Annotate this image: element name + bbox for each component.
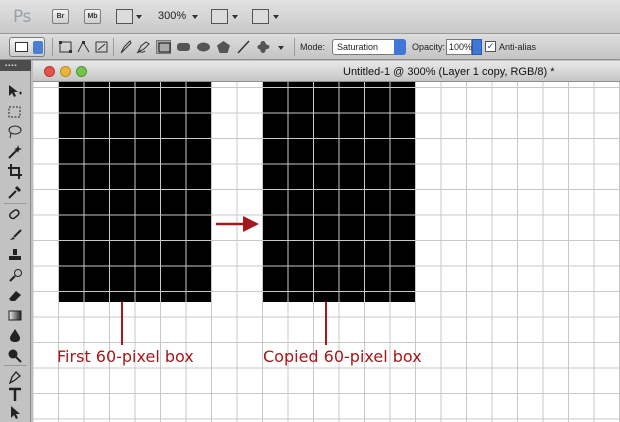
freeform-pen-icon[interactable] (136, 40, 151, 54)
pen-icon[interactable] (118, 40, 133, 54)
pen-tool-icon[interactable] (7, 369, 23, 385)
dodge-tool-icon[interactable] (7, 348, 23, 363)
blend-mode-stepper-icon[interactable] (394, 39, 406, 55)
arrange-dropdown-icon[interactable] (232, 15, 238, 19)
type-tool-icon[interactable] (7, 387, 23, 402)
opacity-input[interactable]: 100% (446, 39, 472, 55)
tool-preset-picker[interactable] (9, 37, 45, 57)
minibridge-button[interactable]: Mb (84, 9, 101, 24)
document-title-bar[interactable]: Untitled-1 @ 300% (Layer 1 copy, RGB/8) … (33, 61, 620, 82)
close-window-icon[interactable] (44, 66, 55, 77)
mode-label: Mode: (300, 42, 326, 52)
ellipse-icon[interactable] (196, 40, 211, 54)
arrange-documents-icon[interactable] (211, 9, 228, 24)
antialias-label: Anti-alias (499, 42, 537, 52)
lasso-tool-icon[interactable] (7, 124, 23, 139)
crop-tool-icon[interactable] (7, 164, 23, 179)
eyedropper-tool-icon[interactable] (7, 184, 23, 199)
path-selection-tool-icon[interactable] (7, 405, 23, 420)
zoom-window-icon[interactable] (76, 66, 87, 77)
tools-panel-grip[interactable]: ▪▪▪▪ (0, 60, 31, 71)
opacity-label: Opacity: (412, 42, 446, 52)
copied-box-pointer-line (325, 302, 327, 345)
tools-panel: ▪▪▪▪ (0, 60, 31, 422)
fill-pixels-icon[interactable] (94, 40, 109, 54)
polygon-icon[interactable] (216, 40, 231, 54)
separator (294, 38, 295, 56)
canvas-area[interactable]: First 60-pixel box Copied 60-pixel box (33, 82, 620, 422)
zoom-level-dropdown[interactable]: 300% (158, 10, 186, 22)
tools-separator (4, 203, 27, 204)
copied-box-caption: Copied 60-pixel box (263, 347, 422, 366)
first-pixel-box (59, 82, 212, 302)
history-brush-tool-icon[interactable] (7, 268, 23, 283)
geometry-options-dropdown-icon[interactable] (278, 46, 284, 50)
shape-layers-icon[interactable] (58, 40, 73, 54)
tool-preset-icon (15, 42, 28, 52)
tool-preset-dropdown-icon[interactable] (33, 41, 43, 54)
first-box-caption: First 60-pixel box (57, 347, 194, 366)
bridge-button[interactable]: Br (52, 9, 69, 24)
view-extras-icon[interactable] (116, 9, 133, 24)
screen-mode-dropdown-icon[interactable] (273, 15, 279, 19)
first-box-pointer-line (121, 302, 123, 345)
minimize-window-icon[interactable] (60, 66, 71, 77)
blend-mode-value: Saturation (337, 42, 379, 52)
zoom-dropdown-icon[interactable] (192, 15, 198, 19)
custom-shape-icon[interactable] (256, 40, 271, 54)
magic-wand-tool-icon[interactable] (7, 144, 23, 159)
line-icon[interactable] (236, 40, 251, 54)
blend-mode-select[interactable]: Saturation (332, 39, 406, 55)
document-window: Untitled-1 @ 300% (Layer 1 copy, RGB/8) … (33, 61, 620, 422)
opacity-slider-button[interactable] (472, 39, 482, 55)
separator (52, 38, 53, 56)
antialias-checkbox[interactable]: ✓ (485, 41, 496, 52)
spot-healing-tool-icon[interactable] (7, 208, 23, 223)
screen-mode-icon[interactable] (252, 9, 269, 24)
paths-icon[interactable] (76, 40, 91, 54)
document-title: Untitled-1 @ 300% (Layer 1 copy, RGB/8) … (343, 66, 555, 78)
rounded-rectangle-icon[interactable] (176, 40, 191, 54)
brush-tool-icon[interactable] (7, 228, 23, 243)
move-tool-icon[interactable] (7, 84, 23, 99)
application-bar: Ps Br Mb 300% (0, 0, 620, 34)
blur-tool-icon[interactable] (7, 328, 23, 343)
marquee-tool-icon[interactable] (7, 105, 23, 120)
view-extras-dropdown-icon[interactable] (136, 15, 142, 19)
gradient-tool-icon[interactable] (7, 308, 23, 323)
separator (113, 38, 114, 56)
eraser-tool-icon[interactable] (7, 288, 23, 303)
clone-stamp-tool-icon[interactable] (7, 248, 23, 263)
photoshop-logo: Ps (13, 7, 31, 27)
options-bar: Mode: Saturation Opacity: 100% ✓ Anti-al… (0, 34, 620, 60)
rectangle-tool-icon[interactable] (156, 40, 171, 54)
tools-separator (4, 365, 27, 366)
arrow-right-icon (216, 216, 259, 232)
copied-pixel-box (263, 82, 416, 302)
